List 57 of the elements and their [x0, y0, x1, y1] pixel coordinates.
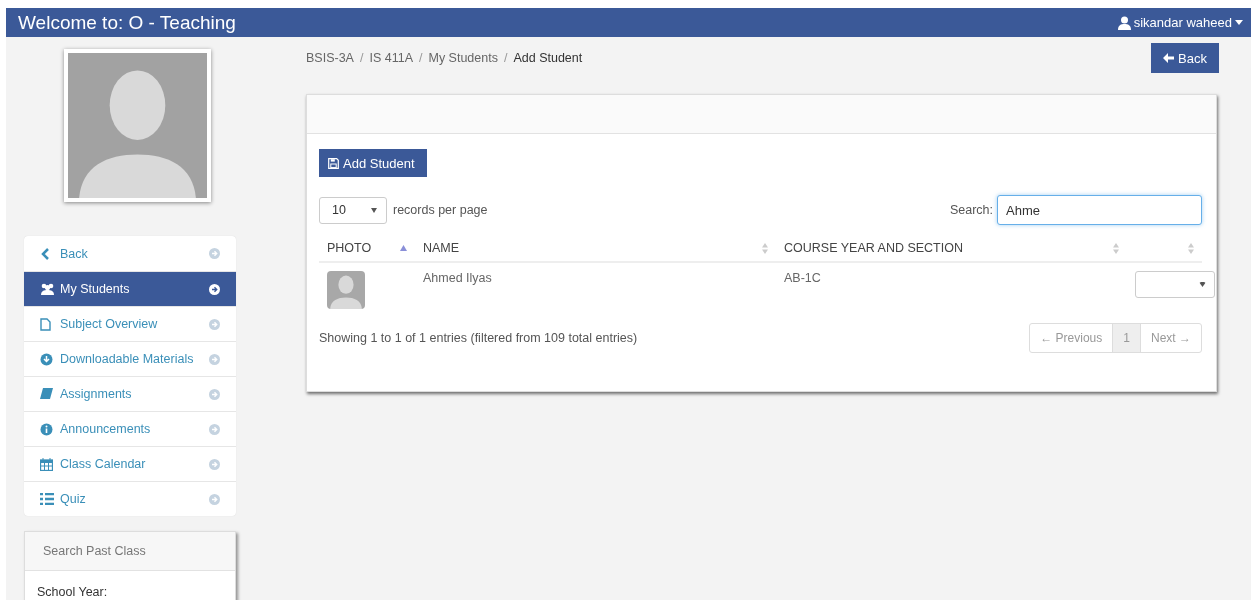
arrow-circle-icon	[209, 248, 220, 259]
breadcrumb-item[interactable]: BSIS-3A	[306, 51, 354, 65]
arrow-circle-icon	[209, 388, 220, 400]
user-icon	[1117, 15, 1131, 30]
entries-info: Showing 1 to 1 of 1 entries (filtered from 109 total entries)	[319, 331, 638, 345]
app-title: Welcome to: O - Teaching	[18, 11, 236, 34]
student-photo-placeholder	[327, 271, 365, 309]
sidebar-item[interactable]: Quiz	[24, 481, 236, 516]
column-header[interactable]: NAME	[423, 241, 460, 255]
book-icon	[40, 388, 53, 400]
caret-icon	[371, 207, 377, 213]
arrow-circle-icon	[209, 423, 220, 435]
sidebar-item[interactable]: Announcements	[24, 411, 236, 446]
list-icon	[40, 493, 54, 505]
panel-heading: Search Past Class	[25, 532, 235, 571]
page-length-select[interactable]: 10	[319, 196, 387, 224]
sidebar-item[interactable]: Downloadable Materials	[24, 341, 236, 376]
breadcrumb-item: Add Student	[513, 51, 583, 65]
sidebar-item[interactable]: Assignments	[24, 376, 236, 411]
search-field[interactable]: Ahme	[997, 195, 1202, 225]
add-student-button[interactable]: Add Student	[319, 149, 427, 177]
arrow-left-icon	[1163, 53, 1175, 63]
breadcrumb-item[interactable]: My Students	[428, 51, 498, 65]
back-button[interactable]: Back	[1151, 43, 1219, 73]
arrow-circle-icon	[209, 318, 220, 330]
previous-button[interactable]: ← Previous	[1030, 324, 1113, 352]
column-header[interactable]: COURSE YEAR AND SECTION	[784, 241, 963, 255]
column-header[interactable]: PHOTO	[327, 241, 372, 255]
school-year-label: School Year:	[37, 585, 108, 599]
user-menu[interactable]: sikandar waheed	[1117, 15, 1243, 30]
breadcrumb-separator: /	[503, 51, 508, 65]
table-cell: Ahmed Ilyas	[415, 262, 776, 320]
sidebar-item[interactable]: Class Calendar	[24, 446, 236, 481]
document-icon	[40, 317, 51, 331]
breadcrumb-item[interactable]: IS 411A	[369, 51, 413, 65]
sidebar-item[interactable]: Subject Overview	[24, 306, 236, 341]
arrow-circle-icon	[209, 493, 220, 505]
chevron-left-icon	[40, 247, 50, 260]
breadcrumb-separator: /	[419, 51, 423, 65]
users-icon	[40, 283, 55, 295]
sidebar-item[interactable]: My Students	[24, 271, 236, 306]
save-icon	[328, 157, 339, 169]
table-cell: AB-1C	[776, 262, 1127, 320]
search-label: Search:	[949, 203, 993, 217]
action-dropdown[interactable]	[1135, 271, 1215, 298]
download-icon	[40, 352, 53, 366]
next-button[interactable]: Next →	[1140, 324, 1201, 352]
arrow-circle-icon	[209, 353, 220, 365]
info-icon	[40, 422, 53, 436]
arrow-circle-icon	[209, 283, 220, 295]
calendar-icon	[40, 457, 53, 471]
caret-icon	[1235, 20, 1243, 25]
caret-icon	[1199, 282, 1206, 287]
sidebar-item[interactable]: Back	[24, 236, 236, 271]
records-per-page-label: records per page	[393, 203, 488, 217]
breadcrumb-separator: /	[359, 51, 364, 65]
arrow-circle-icon	[209, 458, 220, 470]
